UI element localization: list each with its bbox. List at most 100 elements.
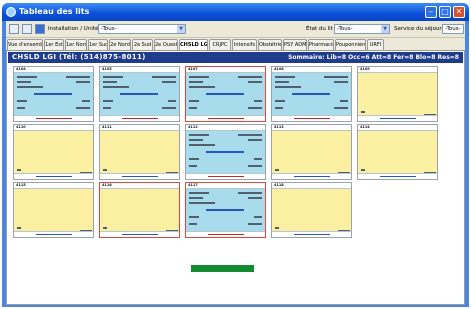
bed-info-line (17, 81, 31, 83)
tab-2e-nord[interactable]: 2e Nord (109, 39, 131, 50)
tab-intensifs[interactable]: Intensifs (232, 39, 257, 50)
bed-number: 4117 (188, 183, 198, 187)
bed-info-line (103, 227, 107, 229)
new-document-icon[interactable] (9, 24, 19, 34)
bed-info-line (168, 100, 176, 102)
bed-card-footer (272, 115, 351, 121)
save-icon[interactable] (35, 24, 45, 34)
bed-info-line (206, 209, 244, 211)
bed-card[interactable]: 4108 (271, 66, 352, 122)
minimize-icon[interactable]: – (425, 6, 437, 18)
bed-footer-line (36, 117, 72, 119)
bed-card[interactable]: 4116 (99, 182, 180, 238)
bed-card[interactable]: 4118 (271, 182, 352, 238)
bed-card[interactable]: 4115 (13, 182, 94, 238)
tab-urfi[interactable]: URFI (367, 39, 384, 50)
bed-number: 4114 (360, 125, 370, 129)
bed-card-footer (186, 115, 265, 121)
bed-card[interactable]: 4110 (13, 124, 94, 180)
unit-header: CHSLD LGI (Tél: (514)875-8011) Sommaire:… (8, 52, 463, 63)
service-select[interactable]: -Tous- (442, 24, 464, 34)
bed-footer-line (208, 117, 244, 119)
bed-card-header: 4114 (358, 125, 437, 131)
bed-footer-line (122, 117, 158, 119)
tab-1er-nord[interactable]: 1er Nord (65, 39, 87, 50)
bed-info-line (275, 107, 283, 109)
bed-card[interactable]: 4105 (99, 66, 180, 122)
bed-info-line (254, 100, 262, 102)
bed-card-footer (100, 173, 179, 179)
bed-footer-line (294, 117, 330, 119)
bed-info-line (238, 134, 262, 136)
bed-number: 4113 (274, 125, 284, 129)
toolbar: Installation / Unité -Tous- ▼ État du li… (6, 21, 465, 38)
tab-vue-d-ensemble[interactable]: Vue d'ensemble (7, 39, 43, 50)
bed-info-line (248, 139, 262, 141)
bed-info-line (17, 100, 27, 102)
bed-info-line (17, 227, 21, 229)
bed-info-line (238, 192, 262, 194)
bed-card-header: 4105 (100, 67, 179, 73)
tab-1er-est[interactable]: 1er Est (44, 39, 64, 50)
bed-card[interactable]: 4109 (357, 66, 438, 122)
bed-number: 4112 (188, 125, 198, 129)
bed-info-line (292, 93, 330, 95)
bed-card-footer (186, 173, 265, 179)
bed-card-header: 4112 (186, 125, 265, 131)
bed-card[interactable]: 4113 (271, 124, 352, 180)
bed-info-line (248, 223, 262, 225)
tab-psy-adm[interactable]: PSY ADM (283, 39, 307, 50)
bed-card[interactable]: 4117 (185, 182, 266, 238)
bed-info-line (275, 169, 279, 171)
bed-info-line (324, 76, 348, 78)
bed-card[interactable]: 4104 (13, 66, 94, 122)
bed-info-line (361, 111, 365, 113)
bed-card-header: 4104 (14, 67, 93, 73)
tab-chsld-lgi[interactable]: CHSLD LGI (179, 39, 208, 50)
chevron-down-icon: ▼ (381, 25, 389, 33)
tab-2e-sud[interactable]: 2e Sud (132, 39, 153, 50)
tab-pouponni-re[interactable]: Pouponnière (335, 39, 366, 50)
bed-card[interactable]: 4107 (185, 66, 266, 122)
unit-summary: Sommaire: Lib=8 Occ=6 Att=8 Fer=8 Blo=8 … (288, 54, 459, 61)
tab-crjpc[interactable]: CRJPC (209, 39, 231, 50)
bed-info-line (189, 158, 199, 160)
bed-footer-line (122, 233, 158, 235)
tab-obst-trie[interactable]: Obstétrie (258, 39, 282, 50)
document-icon[interactable] (22, 24, 32, 34)
bed-footer-line (122, 175, 158, 177)
app-window: Tableau des lits – □ ✕ Installation / Un… (2, 3, 469, 307)
bed-info-line (17, 76, 37, 78)
installation-label: Installation / Unité (48, 26, 99, 32)
etat-select[interactable]: -Tous- ▼ (334, 24, 390, 34)
bed-card-footer (100, 115, 179, 121)
bed-footer-line (208, 233, 244, 235)
tab-1er-sud[interactable]: 1er Sud (88, 39, 108, 50)
bed-card-footer (272, 231, 351, 237)
bed-info-line (189, 134, 209, 136)
bed-card[interactable]: 4112 (185, 124, 266, 180)
bed-info-line (254, 158, 262, 160)
bed-info-line (189, 192, 209, 194)
bed-card-header: 4111 (100, 125, 179, 131)
bed-card-header: 4107 (186, 67, 265, 73)
bed-board-panel: CHSLD LGI (Tél: (514)875-8011) Sommaire:… (6, 50, 465, 305)
tab-2e-ouest[interactable]: 2e Ouest (154, 39, 178, 50)
tab-pharmacie[interactable]: Pharmacie (308, 39, 334, 50)
bed-info-line (17, 107, 25, 109)
maximize-icon[interactable]: □ (439, 6, 451, 18)
installation-select[interactable]: -Tous- ▼ (98, 24, 186, 34)
bed-card[interactable]: 4111 (99, 124, 180, 180)
title-bar[interactable]: Tableau des lits – □ ✕ (2, 3, 469, 21)
window-title: Tableau des lits (19, 7, 90, 16)
bed-card-header: 4109 (358, 67, 437, 73)
bed-info-line (189, 202, 215, 204)
bed-info-line (238, 76, 262, 78)
bed-card[interactable]: 4114 (357, 124, 438, 180)
bed-info-line (120, 93, 158, 95)
close-icon[interactable]: ✕ (453, 6, 465, 18)
bed-footer-line (380, 175, 416, 177)
bed-card-header: 4110 (14, 125, 93, 131)
bed-info-line (206, 151, 244, 153)
bed-info-line (189, 197, 203, 199)
